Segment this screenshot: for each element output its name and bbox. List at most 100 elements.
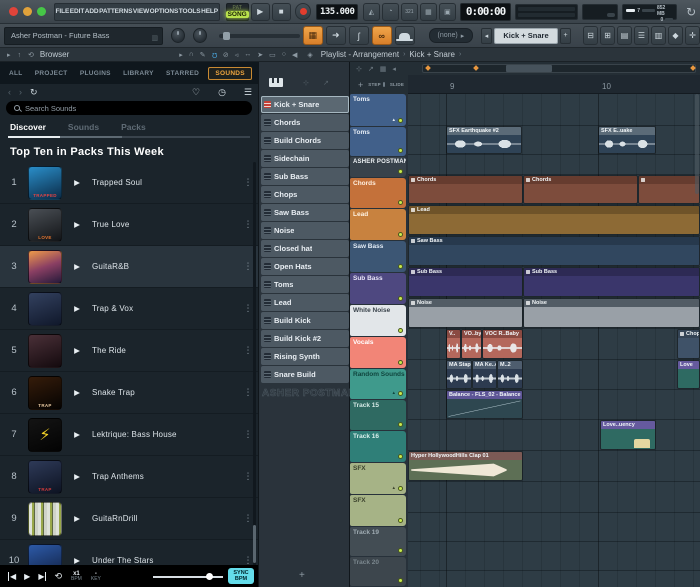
browser-tab-library[interactable]: LIBRARY bbox=[120, 68, 157, 79]
pat-song-switch[interactable]: PAT SONG bbox=[225, 2, 249, 21]
search-input[interactable]: Search Sounds bbox=[6, 101, 252, 115]
pattern-item[interactable]: Saw Bass bbox=[261, 204, 349, 221]
track-header-sfx[interactable]: SFX ▴ bbox=[350, 463, 406, 494]
subtab-discover[interactable]: Discover bbox=[10, 122, 46, 132]
menu-item-tools[interactable]: TOOLS bbox=[179, 8, 201, 15]
back-icon[interactable]: ‹ bbox=[8, 87, 11, 97]
add-pattern-icon[interactable]: + bbox=[299, 570, 305, 581]
clip-vo-by[interactable]: VO..by bbox=[461, 329, 482, 359]
stop-button[interactable]: ■ bbox=[271, 2, 291, 21]
clip-m-2[interactable]: M..2 bbox=[497, 360, 523, 389]
menu-item-help[interactable]: HELP bbox=[201, 8, 218, 15]
track-mute-led[interactable] bbox=[398, 148, 403, 153]
speed-control[interactable]: x1 BPM bbox=[71, 571, 82, 582]
clip-noise[interactable]: Noise bbox=[523, 298, 700, 328]
pattern-item[interactable]: Chops bbox=[261, 186, 349, 203]
playlist-track-lane[interactable]: Noise Noise bbox=[408, 298, 700, 329]
countdown-icon[interactable]: 321 bbox=[400, 2, 418, 21]
menu-item-options[interactable]: OPTIONS bbox=[150, 8, 179, 15]
typing-keyboard-icon[interactable]: ▦ bbox=[419, 2, 437, 21]
add-track-icon[interactable]: + bbox=[358, 80, 363, 90]
playlist-track-lane[interactable]: Saw Bass bbox=[408, 236, 700, 267]
clip-chords[interactable]: Chords bbox=[408, 175, 523, 204]
track-header-saw-bass[interactable]: Saw Bass bbox=[350, 241, 406, 272]
pack-play-button[interactable]: ▶ bbox=[62, 304, 92, 313]
pattern-item[interactable]: Build Kick #2 bbox=[261, 330, 349, 347]
track-mute-led[interactable] bbox=[398, 518, 403, 523]
track-header-track-16[interactable]: Track 16 bbox=[350, 431, 406, 462]
pattern-item[interactable]: Kick + Snare bbox=[261, 96, 349, 113]
track-header-vocals[interactable]: Vocals bbox=[350, 337, 406, 368]
track-mute-led[interactable] bbox=[398, 169, 403, 174]
refresh-icon[interactable]: ⟲ bbox=[28, 52, 34, 59]
playlist-track-lane[interactable] bbox=[408, 94, 700, 126]
playlist-track-lane[interactable]: Sub Bass Sub Bass bbox=[408, 267, 700, 298]
paint-tool-icon[interactable]: ➤ bbox=[257, 51, 263, 59]
loop-record-selector[interactable]: (none) ▸ bbox=[428, 28, 473, 43]
clip-love[interactable]: Love bbox=[677, 360, 700, 389]
group-collapse-icon[interactable]: ▴ bbox=[392, 485, 395, 491]
mixer-button[interactable]: ☰ bbox=[634, 26, 649, 45]
snap-magnet-icon[interactable]: Ω bbox=[212, 51, 217, 58]
forward-icon[interactable]: › bbox=[19, 87, 22, 97]
pack-row[interactable]: 5 ▶ The Ride ⋮ bbox=[0, 330, 258, 372]
track-mute-led[interactable] bbox=[398, 578, 403, 583]
clip-hyper-hollywoodhills-clap-01[interactable]: Hyper HollywoodHills Clap 01 bbox=[408, 451, 523, 481]
zoom-h-icon[interactable]: ↔ bbox=[244, 51, 251, 58]
player-play-icon[interactable]: ▶ bbox=[24, 572, 30, 581]
browser-tab-project[interactable]: PROJECT bbox=[32, 68, 71, 79]
pack-row[interactable]: 8 TRAP ▶ Trap Anthems ⋮ bbox=[0, 456, 258, 498]
master-volume-knob[interactable] bbox=[193, 28, 207, 43]
track-header-chords[interactable]: Chords bbox=[350, 178, 406, 208]
clip-chops[interactable]: Chops bbox=[677, 329, 700, 359]
menu-item-patterns[interactable]: PATTERNS bbox=[99, 8, 132, 15]
clip-sfx-earthquake-2[interactable]: SFX Earthquake #2 bbox=[446, 126, 522, 154]
track-mute-led[interactable] bbox=[398, 486, 403, 491]
menu-item-file[interactable]: FILE bbox=[56, 8, 70, 15]
track-mute-led[interactable] bbox=[398, 391, 403, 396]
pattern-prev-button[interactable]: ◂ bbox=[481, 27, 492, 44]
clip-sub-bass[interactable]: Sub Bass bbox=[523, 267, 700, 297]
pack-play-button[interactable]: ▶ bbox=[62, 430, 92, 439]
track-header-lead[interactable]: Lead bbox=[350, 209, 406, 240]
pack-play-button[interactable]: ▶ bbox=[62, 556, 92, 565]
pencil-tool-icon[interactable]: ✎ bbox=[200, 51, 206, 59]
clip-chords[interactable]: Chords bbox=[523, 175, 638, 204]
track-header-asher-postman[interactable]: ASHER POSTMAN bbox=[350, 157, 406, 177]
pattern-add-button[interactable]: + bbox=[560, 27, 571, 44]
pack-row[interactable]: 9 ▶ GuitaRnDrill ⋮ bbox=[0, 498, 258, 540]
typing-to-piano-button[interactable]: ▦ bbox=[302, 26, 323, 45]
menu-item-view[interactable]: VIEW bbox=[133, 8, 149, 15]
browser-tab-sounds[interactable]: SOUNDS bbox=[208, 66, 252, 80]
track-mute-led[interactable] bbox=[398, 328, 403, 333]
plugin-picker-button[interactable]: ◆ bbox=[668, 26, 683, 45]
project-title-field[interactable]: Asher Postman - Future Bass ▥ bbox=[4, 26, 164, 45]
clip-lead[interactable]: Lead bbox=[408, 205, 700, 235]
playlist-track-lane[interactable] bbox=[408, 542, 700, 571]
preview-volume-slider[interactable] bbox=[153, 573, 223, 580]
sync-bpm-button[interactable]: SYNC BPM bbox=[228, 568, 254, 584]
minimize-window-button[interactable] bbox=[23, 7, 32, 16]
pattern-selector-value[interactable]: Kick + Snare bbox=[494, 27, 558, 44]
playlist-scrollbar[interactable] bbox=[695, 94, 699, 194]
pattern-item[interactable]: Rising Synth bbox=[261, 348, 349, 365]
playlist-breadcrumb[interactable]: Playlist - Arrangement bbox=[321, 50, 399, 59]
browser-scrollbar[interactable] bbox=[253, 162, 256, 587]
clip-pattern[interactable] bbox=[638, 175, 700, 204]
playlist-track-lane[interactable]: Love..uency bbox=[408, 420, 700, 451]
move-tool-icon[interactable]: ⊹ bbox=[303, 79, 309, 87]
shuffle-slider[interactable] bbox=[218, 31, 300, 40]
pack-play-button[interactable]: ▶ bbox=[62, 220, 92, 229]
clip-noise[interactable]: Noise bbox=[408, 298, 523, 328]
previous-track-icon[interactable]: ◀ bbox=[8, 571, 16, 581]
pack-play-button[interactable]: ▶ bbox=[62, 346, 92, 355]
clip-sfx-e-uake[interactable]: SFX E..uake bbox=[598, 126, 656, 154]
touch-controller-button[interactable]: ✛ bbox=[685, 26, 700, 45]
track-header-random-sounds[interactable]: Random Sounds ▴ bbox=[350, 369, 406, 399]
subtab-packs[interactable]: Packs bbox=[121, 122, 146, 132]
pack-play-button[interactable]: ▶ bbox=[62, 472, 92, 481]
pack-play-button[interactable]: ▶ bbox=[62, 514, 92, 523]
step-label[interactable]: STEP bbox=[368, 82, 381, 87]
volume-slider-thumb[interactable] bbox=[206, 573, 213, 580]
pattern-item[interactable]: Build Kick bbox=[261, 312, 349, 329]
